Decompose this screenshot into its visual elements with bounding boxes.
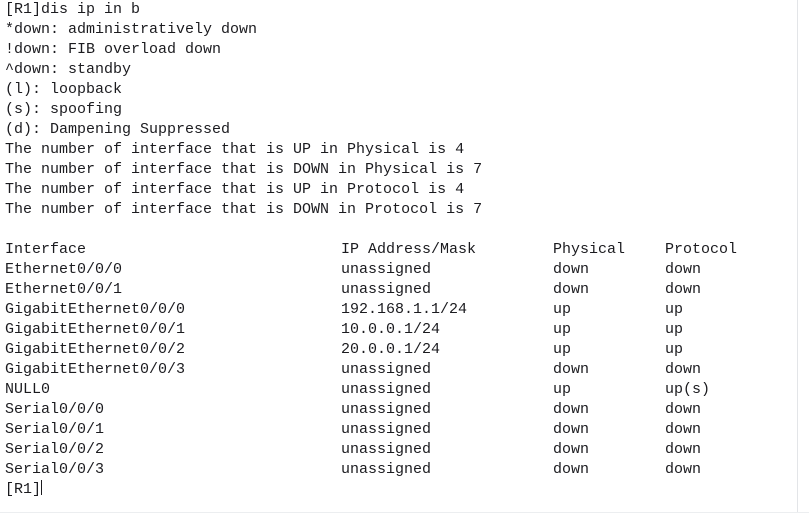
interface-table-body: Ethernet0/0/0 unassigned down down Ethernet0… — [5, 260, 795, 480]
cell-ip-address: 192.168.1.1/24 — [341, 301, 468, 318]
cell-physical-status: down — [553, 261, 590, 278]
table-row: GigabitEthernet0/0/3 unassigned down down — [5, 360, 795, 380]
blank-separator — [5, 220, 795, 240]
terminal-window[interactable]: [R1]dis ip in b *down: administratively … — [0, 0, 809, 513]
table-header-row: Interface IP Address/Mask Physical Proto… — [5, 240, 795, 260]
cell-protocol-status: up — [665, 321, 684, 338]
legend-line-spoofing: (s): spoofing — [5, 101, 123, 118]
cell-interface: GigabitEthernet0/0/1 — [5, 321, 186, 338]
table-row: Serial0/0/3 unassigned down down — [5, 460, 795, 480]
table-row: GigabitEthernet0/0/2 20.0.0.1/24 up up — [5, 340, 795, 360]
table-row: Serial0/0/2 unassigned down down — [5, 440, 795, 460]
cell-physical-status: up — [553, 381, 572, 398]
right-edge-border — [797, 0, 798, 513]
cell-interface: GigabitEthernet0/0/3 — [5, 361, 186, 378]
cell-ip-address: 20.0.0.1/24 — [341, 341, 441, 358]
legend-line-dampening: (d): Dampening Suppressed — [5, 121, 231, 138]
cell-protocol-status: down — [665, 401, 702, 418]
cell-interface: GigabitEthernet0/0/2 — [5, 341, 186, 358]
cell-physical-status: down — [553, 441, 590, 458]
cell-physical-status: down — [553, 421, 590, 438]
header-physical: Physical — [553, 241, 626, 258]
header-protocol: Protocol — [665, 241, 738, 258]
cell-interface: GigabitEthernet0/0/0 — [5, 301, 186, 318]
cell-ip-address: unassigned — [341, 401, 432, 418]
cell-physical-status: down — [553, 461, 590, 478]
legend-line-standby: ^down: standby — [5, 61, 132, 78]
cell-physical-status: down — [553, 281, 590, 298]
cell-ip-address: unassigned — [341, 361, 432, 378]
cell-physical-status: down — [553, 401, 590, 418]
cell-ip-address: unassigned — [341, 441, 432, 458]
table-row: GigabitEthernet0/0/0 192.168.1.1/24 up up — [5, 300, 795, 320]
cell-protocol-status: up — [665, 341, 684, 358]
cell-interface: Serial0/0/1 — [5, 421, 105, 438]
cell-physical-status: up — [553, 321, 572, 338]
cell-protocol-status: up(s) — [665, 381, 711, 398]
cell-ip-address: unassigned — [341, 261, 432, 278]
cell-interface: Ethernet0/0/0 — [5, 261, 123, 278]
summary-down-physical: The number of interface that is DOWN in … — [5, 161, 483, 178]
cell-interface: Ethernet0/0/1 — [5, 281, 123, 298]
table-row: Ethernet0/0/0 unassigned down down — [5, 260, 795, 280]
cell-protocol-status: down — [665, 441, 702, 458]
console-output: [R1]dis ip in b *down: administratively … — [5, 0, 795, 500]
table-row: Serial0/0/1 unassigned down down — [5, 420, 795, 440]
header-ip-address: IP Address/Mask — [341, 241, 477, 258]
text-cursor — [41, 480, 43, 495]
command-line: [R1]dis ip in b — [5, 1, 141, 18]
cell-interface: Serial0/0/2 — [5, 441, 105, 458]
summary-up-physical: The number of interface that is UP in Ph… — [5, 141, 465, 158]
summary-down-protocol: The number of interface that is DOWN in … — [5, 201, 483, 218]
cell-ip-address: unassigned — [341, 281, 432, 298]
cell-protocol-status: up — [665, 301, 684, 318]
trailing-prompt-line[interactable]: [R1] — [5, 480, 795, 500]
cell-protocol-status: down — [665, 261, 702, 278]
cell-physical-status: up — [553, 301, 572, 318]
legend-line-fib-overload: !down: FIB overload down — [5, 41, 222, 58]
cell-interface: Serial0/0/0 — [5, 401, 105, 418]
cell-protocol-status: down — [665, 281, 702, 298]
table-row: Ethernet0/0/1 unassigned down down — [5, 280, 795, 300]
legend-line-loopback: (l): loopback — [5, 81, 123, 98]
table-row: NULL0 unassigned up up(s) — [5, 380, 795, 400]
cell-ip-address: 10.0.0.1/24 — [341, 321, 441, 338]
cell-ip-address: unassigned — [341, 461, 432, 478]
cell-protocol-status: down — [665, 421, 702, 438]
header-interface: Interface — [5, 241, 87, 258]
cell-protocol-status: down — [665, 361, 702, 378]
table-row: Serial0/0/0 unassigned down down — [5, 400, 795, 420]
prompt-label: [R1] — [5, 481, 42, 498]
legend-line-admin-down: *down: administratively down — [5, 21, 258, 38]
summary-up-protocol: The number of interface that is UP in Pr… — [5, 181, 465, 198]
cell-interface: Serial0/0/3 — [5, 461, 105, 478]
cell-physical-status: up — [553, 341, 572, 358]
cell-ip-address: unassigned — [341, 421, 432, 438]
cell-ip-address: unassigned — [341, 381, 432, 398]
cell-protocol-status: down — [665, 461, 702, 478]
table-row: GigabitEthernet0/0/1 10.0.0.1/24 up up — [5, 320, 795, 340]
cell-physical-status: down — [553, 361, 590, 378]
cell-interface: NULL0 — [5, 381, 51, 398]
